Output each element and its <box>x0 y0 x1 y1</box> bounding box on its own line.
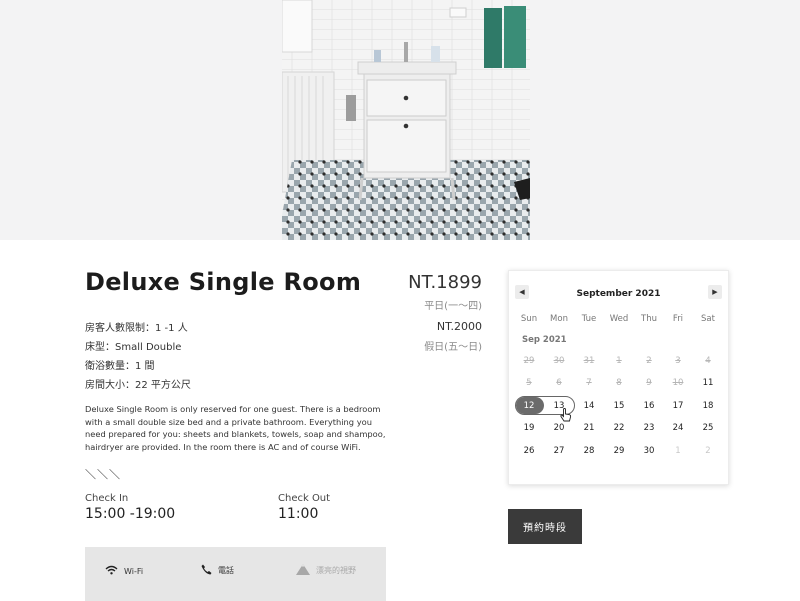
calendar-day[interactable]: 26 <box>514 446 544 456</box>
amenity-label: 漂亮的視野 <box>316 566 356 575</box>
weekend-price: NT.2000 <box>436 320 482 333</box>
weekday-tue: Tue <box>581 314 597 324</box>
calendar-day: 8 <box>616 378 622 388</box>
calendar-day[interactable]: 16 <box>634 401 664 411</box>
calendar-day: 7 <box>586 378 592 388</box>
calendar-day[interactable]: 28 <box>574 446 604 456</box>
date-picker-calendar: ◀ September 2021 ▶ Sun Mon Tue Wed Thu F… <box>508 270 729 485</box>
chevron-right-icon: ▶ <box>712 288 718 296</box>
calendar-day: 10 <box>672 378 684 388</box>
weekday-mon: Mon <box>550 314 568 324</box>
amenity-phone: 電話 <box>201 564 234 577</box>
weekday-fri: Fri <box>672 314 684 324</box>
calendar-day: 1 <box>616 356 622 366</box>
calendar-day[interactable]: 11 <box>693 378 723 388</box>
calendar-day[interactable]: 23 <box>634 423 664 433</box>
calendar-day[interactable]: 22 <box>604 423 634 433</box>
room-description: Deluxe Single Room is only reserved for … <box>85 404 386 452</box>
amenity-wifi: Wi-Fi <box>105 565 143 577</box>
spec-guest-limit: 房客人數限制：1 -1 人 <box>85 323 188 334</box>
calendar-day: 3 <box>675 356 681 366</box>
amenities-panel: Wi-Fi 電話 漂亮的視野 <box>85 547 386 601</box>
weekday-price-label: 平日(一～四) <box>424 301 482 312</box>
spec-bed-type: 床型：Small Double <box>85 342 182 353</box>
calendar-day[interactable]: 14 <box>574 401 604 411</box>
calendar-day[interactable]: 18 <box>693 401 723 411</box>
section-divider: ＼＼＼ <box>85 468 121 481</box>
calendar-day[interactable]: 17 <box>663 401 693 411</box>
calendar-day: 9 <box>646 378 652 388</box>
calendar-day-next-month: 1 <box>675 446 681 456</box>
calendar-day-selected[interactable]: 12 <box>514 401 544 411</box>
calendar-day[interactable]: 25 <box>693 423 723 433</box>
amenity-label: 電話 <box>218 566 234 575</box>
calendar-day: 5 <box>526 378 532 388</box>
calendar-month-label: Sep 2021 <box>522 335 567 345</box>
spec-bathrooms: 衛浴數量：1 間 <box>85 361 155 372</box>
calendar-day: 29 <box>523 356 535 366</box>
next-month-button[interactable]: ▶ <box>708 285 722 299</box>
calendar-day[interactable]: 19 <box>514 423 544 433</box>
calendar-day[interactable]: 15 <box>604 401 634 411</box>
checkout-time: 11:00 <box>278 506 319 522</box>
checkin-time: 15:00 -19:00 <box>85 506 176 522</box>
phone-icon <box>201 564 218 577</box>
amenity-label: Wi-Fi <box>124 566 144 576</box>
calendar-day[interactable]: 21 <box>574 423 604 433</box>
calendar-day: 30 <box>553 356 565 366</box>
weekday-price: NT.1899 <box>408 272 482 293</box>
spec-room-size: 房間大小：22 平方公尺 <box>85 380 191 391</box>
mountain-icon <box>296 564 316 577</box>
wifi-icon <box>105 565 124 577</box>
amenity-view: 漂亮的視野 <box>296 564 356 577</box>
checkout-label: Check Out <box>278 493 331 504</box>
weekday-thu: Thu <box>641 314 657 324</box>
weekday-sat: Sat <box>701 314 715 324</box>
room-photo <box>282 0 530 240</box>
calendar-day: 31 <box>583 356 595 366</box>
weekend-price-label: 假日(五～日) <box>424 342 482 353</box>
calendar-day: 2 <box>646 356 652 366</box>
calendar-day: 4 <box>705 356 711 366</box>
calendar-day[interactable]: 24 <box>663 423 693 433</box>
book-time-slot-button[interactable]: 預約時段 <box>508 509 582 544</box>
weekday-wed: Wed <box>609 314 629 324</box>
calendar-day: 6 <box>556 378 562 388</box>
calendar-day[interactable]: 30 <box>634 446 664 456</box>
calendar-month-title: September 2021 <box>576 289 661 299</box>
calendar-day-next-month: 2 <box>705 446 711 456</box>
calendar-day[interactable]: 27 <box>544 446 574 456</box>
checkin-label: Check In <box>85 493 129 504</box>
room-title: Deluxe Single Room <box>85 268 362 296</box>
calendar-day[interactable]: 29 <box>604 446 634 456</box>
pointer-cursor-icon <box>560 407 572 426</box>
hero-banner <box>0 0 800 240</box>
weekday-sun: Sun <box>520 314 538 324</box>
